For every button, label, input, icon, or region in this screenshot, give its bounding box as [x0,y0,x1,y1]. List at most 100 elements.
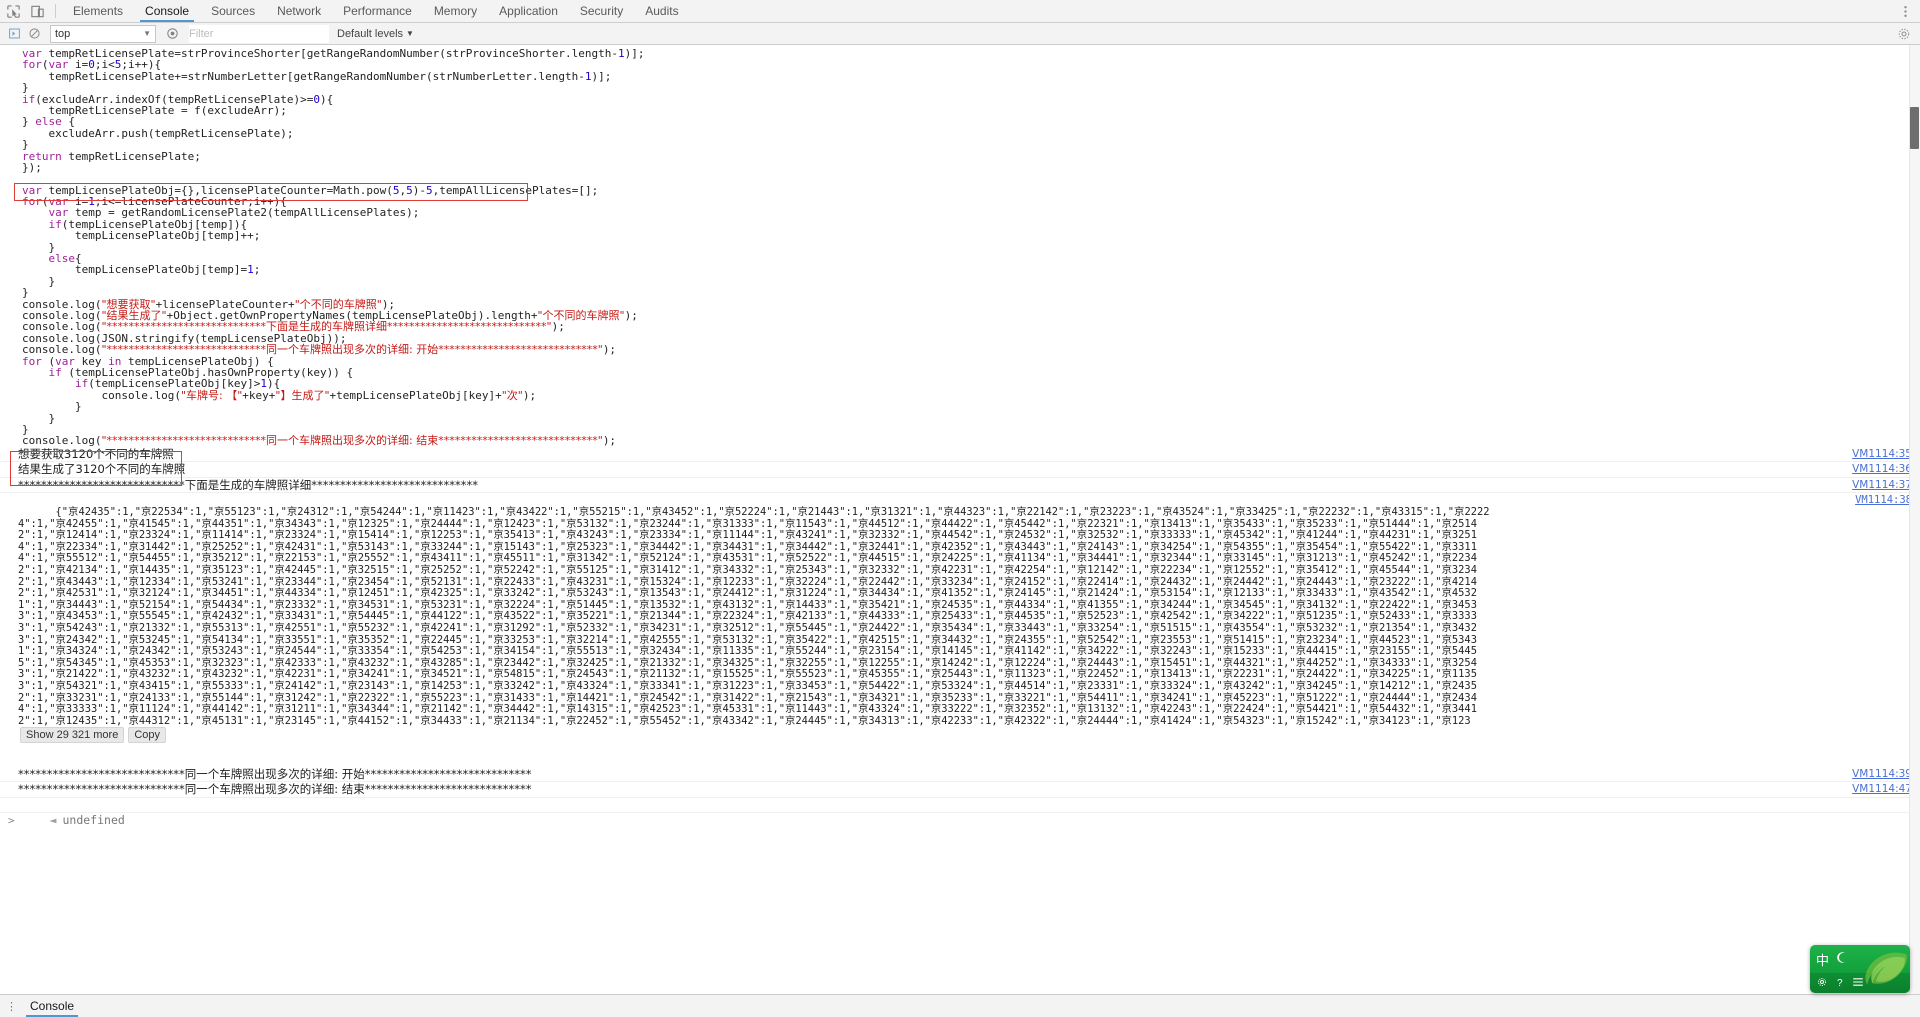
console-message-row: *****************************同一个车牌照出现多次的… [0,767,1920,783]
code-line: tempLicensePlateObj[temp]=1; [22,263,261,277]
drawer-tab-label: Console [30,999,75,1013]
console-message-text: *****************************同一个车牌照出现多次的… [18,766,532,781]
drawer-handle-icon[interactable]: ⋮ [6,1000,18,1013]
tab-label: Elements [73,4,124,18]
code-line: if(tempLicensePlateObj[temp]){ [48,217,248,231]
gear-icon[interactable] [1817,977,1827,990]
tab-label: Console [145,4,190,18]
source-link[interactable]: VM1114:36 [1852,462,1912,478]
tab-performance[interactable]: Performance [332,0,423,22]
console-message-list: 想要获取3120个不同的车牌照 VM1114:35 结果生成了3120个不同的车牌照… [0,447,1920,494]
source-link[interactable]: VM1114:47 [1852,782,1912,798]
console-message-row: *****************************同一个车牌照出现多次的… [0,782,1920,798]
clear-console-icon[interactable] [24,24,44,44]
code-line: } [22,240,56,254]
console-input-echo: var tempRetLicensePlate=strProvinceShort… [0,45,1920,447]
tab-label: Network [277,4,322,18]
tabbar-divider [55,4,56,18]
chevron-down-icon: ▼ [406,29,414,38]
result-value: undefined [62,813,125,828]
panel-tabs: Elements Console Sources Network Perform… [62,0,690,22]
code-line: console.log("***************************… [22,434,617,448]
devtools-window: Elements Console Sources Network Perform… [0,0,1920,1017]
console-drawer: ⋮ Console [0,994,1920,1017]
evaluation-result-row: ◄ undefined [0,798,1920,827]
tab-security[interactable]: Security [569,0,634,22]
copy-button[interactable]: Copy [128,727,167,744]
console-scrollbar[interactable] [1909,45,1920,994]
gear-icon[interactable] [1894,24,1914,44]
json-output-message: {"京42435":1,"京22534":1,"京55123":1,"京2431… [0,493,1920,766]
code-line: var tempRetLicensePlate=strProvinceShort… [22,47,645,60]
code-line: console.log("***************************… [22,343,617,357]
tab-label: Application [499,4,558,18]
console-message-row: 想要获取3120个不同的车牌照 VM1114:35 [0,447,1920,463]
more-options-icon[interactable] [1898,4,1913,19]
code-line: tempRetLicensePlate = f(excludeArr); [22,103,287,117]
tab-memory[interactable]: Memory [423,0,488,22]
devtools-tabbar: Elements Console Sources Network Perform… [0,0,1920,23]
console-message-text: 想要获取3120个不同的车牌照 [18,446,174,461]
tabbar-right-actions [1898,0,1920,22]
code-line: var temp = getRandomLicensePlate2(tempAl… [48,206,420,220]
console-message-row: 结果生成了3120个不同的车牌照 VM1114:36 [0,462,1920,478]
source-link[interactable]: VM1114:38 [1855,495,1912,507]
execute-context-icon[interactable] [4,24,24,44]
console-body[interactable]: var tempRetLicensePlate=strProvinceShort… [0,45,1920,994]
ime-mode-label[interactable]: 中 [1816,950,1829,969]
drawer-tab-console[interactable]: Console [26,995,79,1017]
tab-application[interactable]: Application [488,0,569,22]
execution-context-value: top [55,27,71,40]
leaf-decoration-icon [1865,952,1907,985]
chevron-down-icon: ▼ [143,29,151,38]
help-icon[interactable]: ? [1837,978,1843,989]
code-line: else{ [48,252,82,266]
log-levels-label: Default levels [337,27,404,40]
tab-elements[interactable]: Elements [62,0,134,22]
code-line: console.log("车牌号: 【"+key+"】生成了"+tempLice… [22,388,537,402]
live-expression-icon[interactable] [162,24,182,44]
result-arrow-icon: ◄ [49,813,57,828]
source-link[interactable]: VM1114:39 [1852,767,1912,783]
code-line: if (tempLicensePlateObj.hasOwnProperty(k… [48,365,354,379]
code-line: } [22,400,82,414]
console-scrollbar-thumb[interactable] [1910,107,1919,149]
filter-input[interactable]: Filter [189,24,329,43]
tabbar-tool-icons [0,0,49,22]
tab-sources[interactable]: Sources [200,0,266,22]
code-line: if(excludeArr.indexOf(tempRetLicensePlat… [22,92,334,106]
console-trailing-messages: *****************************同一个车牌照出现多次的… [0,767,1920,798]
console-prompt-row[interactable]: > [0,813,1920,829]
tab-console[interactable]: Console [134,0,200,22]
log-levels-dropdown[interactable]: Default levels ▼ [337,28,414,40]
console-message-row: *****************************下面是生成的车牌照详细… [0,478,1920,494]
tab-label: Sources [211,4,256,18]
json-output-text: {"京42435":1,"京22534":1,"京55123":1,"京2431… [18,506,1490,727]
console-toolbar-right [1894,24,1920,44]
tab-audits[interactable]: Audits [634,0,689,22]
source-link[interactable]: VM1114:37 [1852,478,1912,494]
show-more-button[interactable]: Show 29 321 more [20,727,125,744]
code-line: var tempLicensePlateObj={},licensePlateC… [22,183,599,197]
ime-widget[interactable]: 中 ? [1810,945,1910,993]
code-line: } [22,411,56,425]
console-message-text: *****************************同一个车牌照出现多次的… [18,782,532,797]
console-toolbar: top ▼ Filter Default levels ▼ [0,23,1920,45]
console-message-text: 结果生成了3120个不同的车牌照 [18,462,186,477]
code-line: } [22,138,29,152]
tab-label: Memory [433,4,478,18]
source-link[interactable]: VM1114:35 [1852,447,1912,463]
tab-label: Audits [645,4,679,18]
inspect-element-icon[interactable] [6,4,21,19]
code-line: } [22,274,56,288]
code-line: tempRetLicensePlate+=strNumberLetter[get… [22,69,612,83]
console-message-text: *****************************下面是生成的车牌照详细… [18,477,478,492]
tab-network[interactable]: Network [266,0,332,22]
execution-context-selector[interactable]: top ▼ [50,24,156,43]
moon-icon[interactable] [1836,951,1849,967]
device-toolbar-icon[interactable] [30,4,45,19]
code-line: return tempRetLicensePlate; [22,149,201,163]
tab-label: Performance [343,4,412,18]
tab-label: Security [579,4,624,18]
code-line: tempLicensePlateObj[temp]++; [22,229,261,243]
